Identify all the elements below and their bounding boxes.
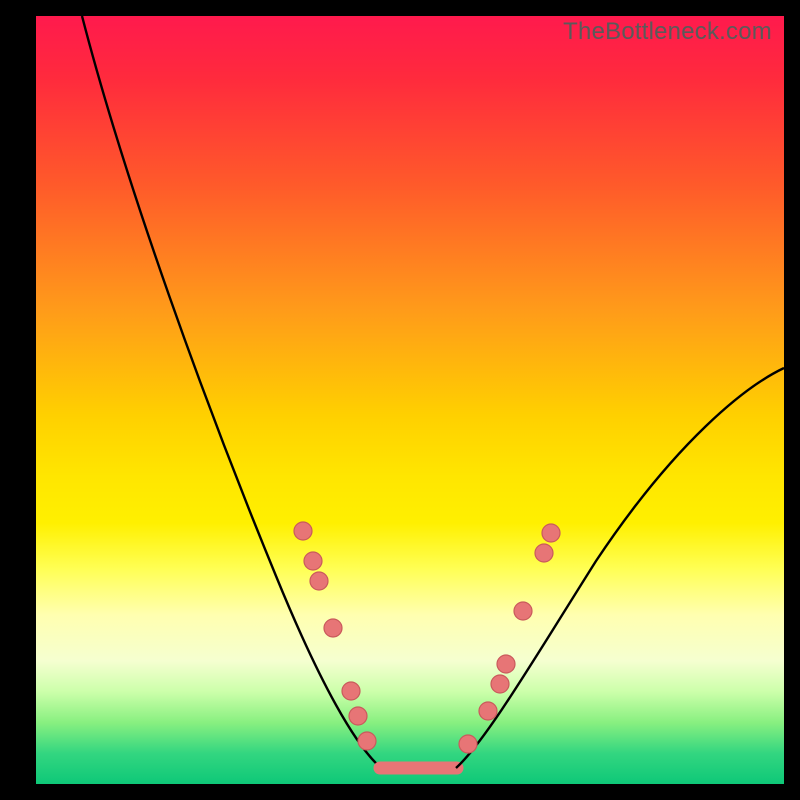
data-marker <box>304 552 322 570</box>
marker-group <box>294 522 560 753</box>
data-marker <box>535 544 553 562</box>
curve-left-branch <box>82 16 381 768</box>
data-marker <box>342 682 360 700</box>
data-marker <box>514 602 532 620</box>
data-marker <box>310 572 328 590</box>
data-marker <box>479 702 497 720</box>
chart-svg <box>36 16 784 784</box>
data-marker <box>324 619 342 637</box>
chart-frame: TheBottleneck.com <box>0 0 800 800</box>
watermark-text: TheBottleneck.com <box>563 18 772 46</box>
data-marker <box>491 675 509 693</box>
chart-plot-area: TheBottleneck.com <box>36 16 784 784</box>
curve-right-branch <box>456 368 784 768</box>
data-marker <box>358 732 376 750</box>
data-marker <box>349 707 367 725</box>
data-marker <box>542 524 560 542</box>
data-marker <box>294 522 312 540</box>
data-marker <box>497 655 515 673</box>
data-marker <box>459 735 477 753</box>
